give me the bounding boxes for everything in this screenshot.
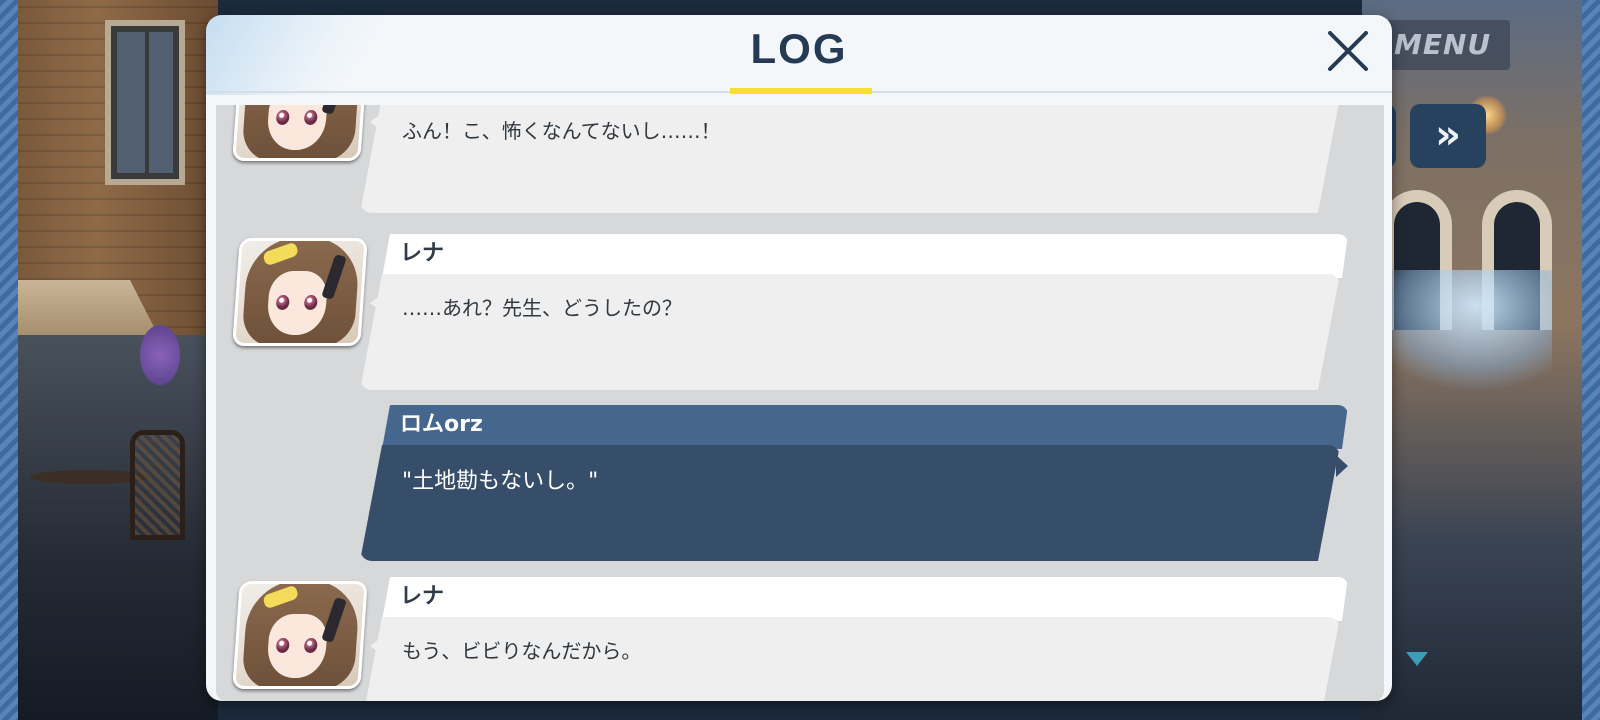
message-text: ふん！こ、怖くなんてないし……！	[402, 119, 721, 143]
character-portrait	[232, 238, 368, 346]
building-window	[105, 20, 185, 185]
speaker-name: ロムorz	[382, 405, 1348, 449]
character-portrait	[232, 581, 368, 689]
message-pointer	[1336, 455, 1348, 477]
log-list[interactable]: ふん！こ、怖くなんてないし……！ レナ ……あれ？先生、どうしたの？ ロムorz…	[216, 105, 1384, 701]
message-pointer	[370, 637, 382, 655]
close-icon	[1328, 31, 1368, 71]
fast-forward-icon: »	[1435, 112, 1461, 158]
message-box: ふん！こ、怖くなんてないし……！	[360, 105, 1340, 213]
log-header: LOG	[206, 15, 1392, 94]
cafe-area	[18, 335, 218, 720]
speaker-name: レナ	[382, 577, 1348, 621]
speaker-name: レナ	[382, 234, 1348, 278]
left-border-stripe	[0, 0, 18, 720]
message-text: もう、ビビりなんだから。	[402, 639, 642, 663]
message-box: ……あれ？先生、どうしたの？	[360, 274, 1340, 390]
title-underline	[730, 88, 872, 94]
close-button[interactable]	[1322, 25, 1374, 77]
message-text: ……あれ？先生、どうしたの？	[402, 296, 682, 320]
flower-pot	[140, 325, 180, 385]
character-portrait	[232, 105, 368, 161]
fast-forward-button[interactable]: »	[1410, 104, 1486, 168]
message-box: もう、ビビりなんだから。	[360, 617, 1340, 701]
message-box: "土地勘もないし。"	[360, 445, 1340, 561]
scroll-down-icon	[1406, 652, 1428, 666]
message-text: "土地勘もないし。"	[402, 469, 599, 494]
right-border-stripe	[1582, 0, 1600, 720]
message-pointer	[370, 294, 382, 312]
message-pointer	[370, 113, 382, 131]
cafe-chair	[130, 430, 185, 540]
log-panel: LOG ふん！こ、怖くなんてないし……！ レナ ……あれ？先生、どうしたの？ ロ…	[206, 15, 1392, 701]
menu-button[interactable]: MENU	[1380, 20, 1510, 70]
log-title: LOG	[750, 25, 848, 72]
